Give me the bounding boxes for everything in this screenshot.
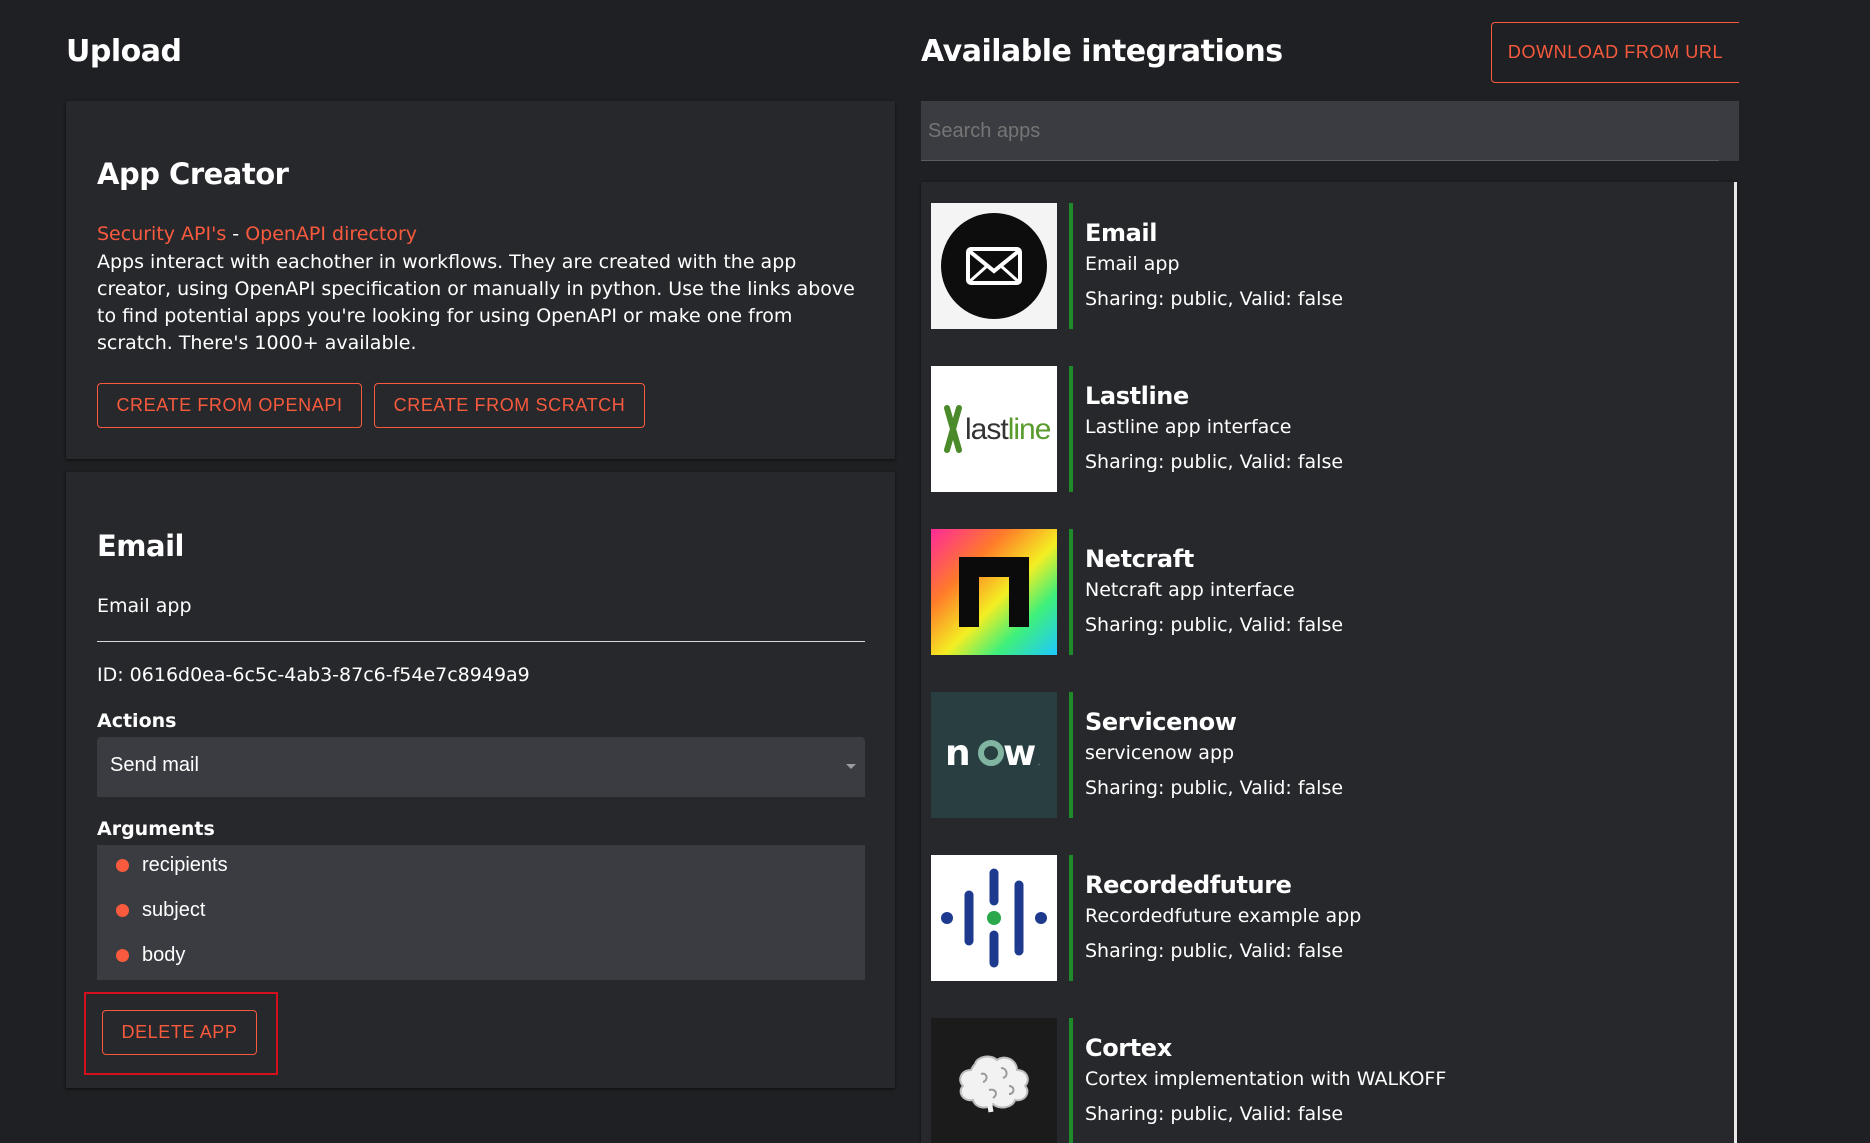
search-input[interactable] bbox=[928, 113, 1708, 149]
arguments-label: Arguments bbox=[97, 818, 215, 840]
app-description: Cortex implementation with WALKOFF bbox=[1085, 1068, 1447, 1090]
search-underline bbox=[921, 160, 1719, 161]
app-card-email[interactable]: Email Email app Sharing: public, Valid: … bbox=[931, 203, 1731, 329]
app-name: Recordedfuture bbox=[1085, 871, 1292, 899]
app-sharing: Sharing: public, Valid: false bbox=[1085, 777, 1344, 799]
app-card-cortex[interactable]: Cortex Cortex implementation with WALKOF… bbox=[931, 1018, 1731, 1143]
svg-text:.: . bbox=[1038, 760, 1040, 767]
brain-icon bbox=[931, 1018, 1057, 1143]
download-from-url-button[interactable]: DOWNLOAD FROM URL bbox=[1491, 22, 1739, 83]
netcraft-logo bbox=[931, 529, 1057, 655]
svg-text:lastline: lastline bbox=[965, 413, 1051, 446]
argument-label: recipients bbox=[142, 853, 228, 876]
app-name: Lastline bbox=[1085, 382, 1189, 410]
app-card-recordedfuture[interactable]: Recordedfuture Recordedfuture example ap… bbox=[931, 855, 1731, 981]
servicenow-logo: n w . bbox=[931, 692, 1057, 818]
openapi-directory-link[interactable]: OpenAPI directory bbox=[245, 223, 417, 245]
argument-item[interactable]: recipients bbox=[97, 850, 228, 880]
valid-indicator bbox=[1069, 692, 1073, 818]
app-card-netcraft[interactable]: Netcraft Netcraft app interface Sharing:… bbox=[931, 529, 1731, 655]
app-description: servicenow app bbox=[1085, 742, 1235, 764]
selected-app-name: Email bbox=[97, 529, 184, 563]
argument-item[interactable]: body bbox=[97, 940, 185, 970]
search-apps-field[interactable] bbox=[921, 101, 1739, 161]
app-sharing: Sharing: public, Valid: false bbox=[1085, 288, 1344, 310]
bullet-dot-icon bbox=[116, 903, 129, 917]
app-creator-description: Apps interact with eachother in workflow… bbox=[97, 251, 855, 354]
valid-indicator bbox=[1069, 203, 1073, 329]
security-apis-link[interactable]: Security API's bbox=[97, 223, 226, 245]
app-creator-panel: App Creator Security API's - OpenAPI dir… bbox=[66, 101, 895, 459]
upload-title: Upload bbox=[66, 34, 182, 69]
svg-text:n: n bbox=[945, 733, 970, 774]
argument-label: subject bbox=[142, 898, 206, 921]
app-description: Lastline app interface bbox=[1085, 416, 1292, 438]
app-name: Servicenow bbox=[1085, 708, 1237, 736]
bullet-dot-icon bbox=[116, 858, 129, 872]
lastline-logo: lastline bbox=[931, 366, 1057, 492]
app-sharing: Sharing: public, Valid: false bbox=[1085, 451, 1344, 473]
envelope-icon bbox=[931, 203, 1057, 329]
create-from-scratch-button[interactable]: CREATE FROM SCRATCH bbox=[374, 383, 645, 428]
app-card-lastline[interactable]: lastline Lastline Lastline app interface… bbox=[931, 366, 1731, 492]
actions-label: Actions bbox=[97, 710, 177, 732]
description-divider bbox=[97, 641, 865, 642]
recordedfuture-logo bbox=[931, 855, 1057, 981]
valid-indicator bbox=[1069, 366, 1073, 492]
chevron-down-icon bbox=[846, 764, 856, 769]
link-separator: - bbox=[226, 223, 246, 245]
app-sharing: Sharing: public, Valid: false bbox=[1085, 940, 1344, 962]
create-from-openapi-button[interactable]: CREATE FROM OPENAPI bbox=[97, 383, 362, 428]
integrations-title: Available integrations bbox=[921, 34, 1283, 69]
list-scrollbar[interactable] bbox=[1734, 182, 1737, 1143]
bullet-dot-icon bbox=[116, 948, 129, 962]
arguments-list: recipients subject body bbox=[97, 845, 865, 980]
argument-label: body bbox=[142, 943, 186, 966]
valid-indicator bbox=[1069, 855, 1073, 981]
actions-select[interactable]: Send mail bbox=[97, 737, 865, 797]
app-sharing: Sharing: public, Valid: false bbox=[1085, 614, 1344, 636]
app-sharing: Sharing: public, Valid: false bbox=[1085, 1103, 1344, 1125]
delete-app-button[interactable]: DELETE APP bbox=[102, 1010, 257, 1055]
app-creator-title: App Creator bbox=[97, 157, 289, 191]
app-card-servicenow[interactable]: n w . Servicenow servicenow app Sharing:… bbox=[931, 692, 1731, 818]
app-description: Netcraft app interface bbox=[1085, 579, 1295, 601]
selected-app-description: Email app bbox=[97, 595, 192, 617]
svg-text:w: w bbox=[1003, 733, 1036, 774]
app-description: Recordedfuture example app bbox=[1085, 905, 1362, 927]
valid-indicator bbox=[1069, 1018, 1073, 1143]
argument-item[interactable]: subject bbox=[97, 895, 205, 925]
valid-indicator bbox=[1069, 529, 1073, 655]
app-name: Email bbox=[1085, 219, 1158, 247]
selected-action: Send mail bbox=[110, 754, 199, 776]
app-description: Email app bbox=[1085, 253, 1180, 275]
app-name: Cortex bbox=[1085, 1034, 1172, 1062]
app-id: ID: 0616d0ea-6c5c-4ab3-87c6-f54e7c8949a9 bbox=[97, 664, 530, 686]
app-name: Netcraft bbox=[1085, 545, 1194, 573]
